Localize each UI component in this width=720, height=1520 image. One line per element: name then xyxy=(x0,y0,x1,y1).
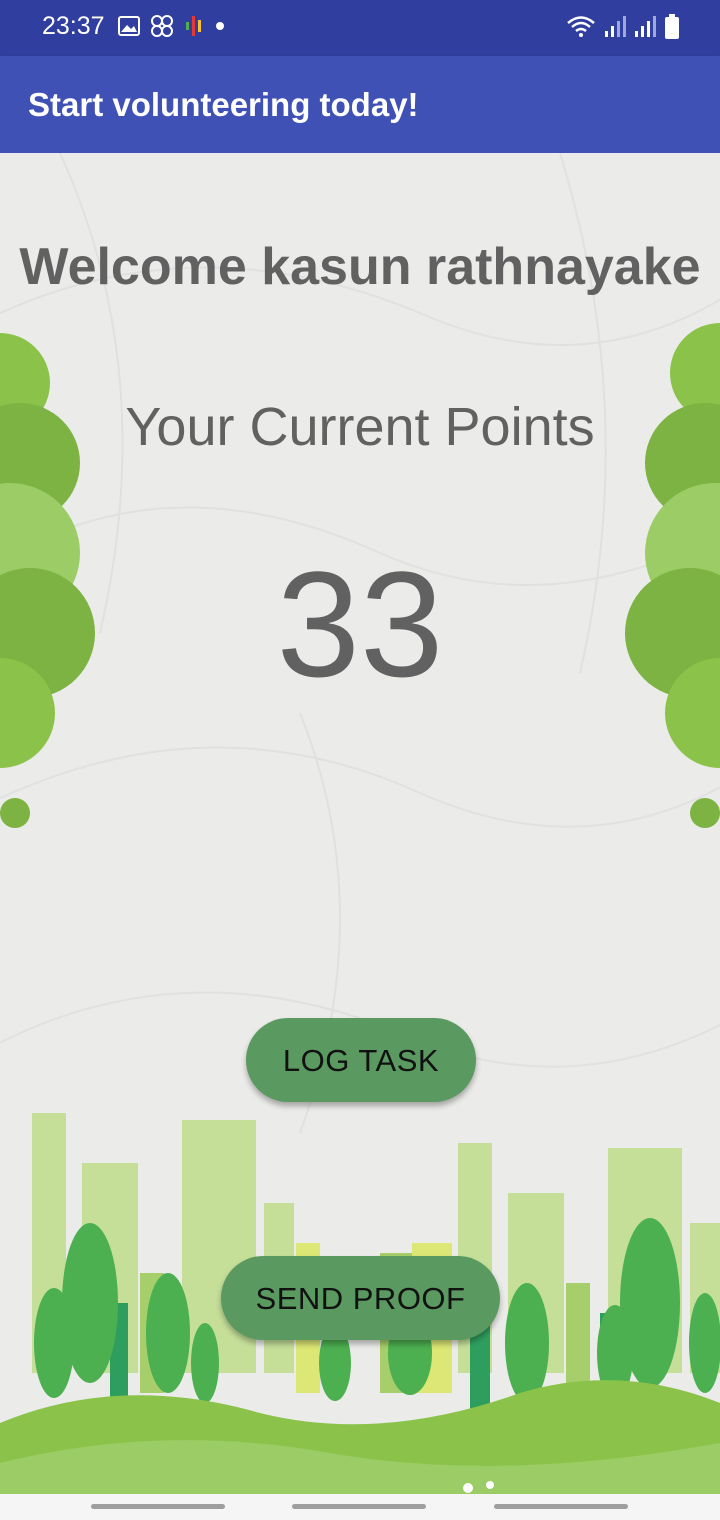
log-task-button[interactable]: LOG TASK xyxy=(246,1018,476,1102)
nav-pill-left[interactable] xyxy=(91,1504,225,1509)
status-right-icons xyxy=(566,14,680,40)
nav-pill-center[interactable] xyxy=(292,1504,426,1509)
points-value: 33 xyxy=(276,540,444,708)
signal-icon xyxy=(605,16,626,37)
app-title: Start volunteering today! xyxy=(28,86,419,123)
nav-pill-right[interactable] xyxy=(494,1504,628,1509)
status-left-icons xyxy=(118,14,226,38)
status-bar: 23:37 xyxy=(0,0,720,56)
link-icon xyxy=(151,15,173,37)
status-time: 23:37 xyxy=(42,12,105,40)
dot-icon xyxy=(216,22,224,30)
welcome-heading: Welcome kasun rathnayake xyxy=(19,238,701,296)
app-bar: Start volunteering today! xyxy=(0,56,720,153)
wifi-icon xyxy=(567,16,595,37)
gesture-nav-bar xyxy=(0,1494,720,1520)
battery-icon xyxy=(665,14,679,39)
send-proof-button[interactable]: SEND PROOF xyxy=(221,1256,500,1340)
podcast-icon xyxy=(186,16,201,36)
image-icon xyxy=(118,16,140,36)
main-content: Welcome kasun rathnayake Your Current Po… xyxy=(0,153,720,1494)
signal-icon-2 xyxy=(635,16,656,37)
points-label: Your Current Points xyxy=(125,397,595,457)
